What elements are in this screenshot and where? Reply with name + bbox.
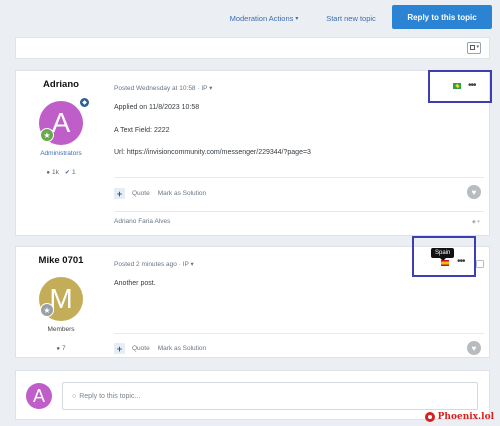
user-group[interactable]: Members — [16, 326, 106, 333]
reply-to-topic-button[interactable]: Reply to this topic — [392, 5, 492, 29]
post-count: ● 1k — [46, 169, 59, 176]
react-heart-icon[interactable]: ♥ — [467, 341, 481, 355]
user-group[interactable]: Administrators — [16, 150, 106, 157]
avatar: A — [26, 383, 52, 409]
quote-button[interactable]: Quote — [132, 190, 150, 197]
post-count: ● 7 — [56, 345, 65, 352]
mark-solution-button[interactable]: Mark as Solution — [158, 190, 206, 197]
post-content-line: A Text Field: 2222 — [114, 127, 170, 134]
post-content-line: Another post. — [114, 280, 156, 287]
signature-options-icon[interactable]: ◆ ▾ — [472, 219, 480, 225]
post-meta[interactable]: Posted Wednesday at 10:58 · IP ▾ — [114, 84, 212, 92]
quote-button[interactable]: Quote — [132, 345, 150, 352]
react-heart-icon[interactable]: ♥ — [467, 185, 481, 199]
post-actions: + Quote Mark as Solution — [114, 188, 214, 199]
moderation-actions-label: Moderation Actions — [229, 13, 294, 23]
multiquote-button[interactable]: + — [114, 188, 125, 199]
post-count-value: 7 — [62, 345, 66, 352]
divider — [114, 211, 484, 212]
divider — [114, 333, 484, 334]
highlight-box — [428, 70, 492, 103]
post-content-line: Url: https://invisioncommunity.com/messe… — [114, 149, 311, 156]
post-meta[interactable]: Posted 2 minutes ago · IP ▾ — [114, 260, 194, 268]
rank-badge-icon: ★ — [40, 303, 54, 317]
comment-icon: ○ — [72, 392, 77, 400]
multiquote-button[interactable]: + — [114, 343, 125, 354]
quick-reply-card: A ○ Reply to this topic... — [15, 370, 490, 420]
post-count-value: 1k — [52, 169, 59, 176]
post-actions: + Quote Mark as Solution — [114, 343, 214, 354]
highlight-box — [412, 236, 476, 277]
post-content-line: Applied on 11/8/2023 10:58 — [114, 104, 200, 111]
watermark: Phoenix.lol — [424, 412, 494, 422]
checkbox-icon — [470, 45, 475, 50]
author-name[interactable]: Mike 0701 — [16, 255, 106, 266]
topic-toolbar: Moderation Actions ▾ Start new topic Rep… — [0, 0, 500, 34]
select-post-checkbox[interactable] — [476, 260, 484, 268]
reputation-value: 1 — [71, 169, 76, 176]
phoenix-logo-icon — [424, 412, 435, 422]
mark-solution-button[interactable]: Mark as Solution — [158, 345, 206, 352]
watermark-text: Phoenix.lol — [437, 412, 494, 422]
comment-icon: ● — [56, 345, 60, 352]
post-signature: Adriano Faria Alves — [114, 218, 171, 225]
reputation: ✔ 1 — [65, 169, 76, 176]
divider — [114, 177, 484, 178]
chevron-down-icon: ▾ — [476, 44, 479, 50]
comment-icon: ● — [46, 169, 51, 176]
post-selection-bar: ▾ — [15, 37, 490, 59]
author-name[interactable]: Adriano — [16, 79, 106, 90]
user-stats: ● 7 — [16, 345, 106, 352]
reply-placeholder: Reply to this topic... — [79, 392, 141, 400]
reputation-icon: ✔ — [64, 170, 70, 176]
moderation-actions-button[interactable]: Moderation Actions ▾ — [218, 9, 310, 27]
post-card: Mike 0701 M ★ Members ● 7 Posted 2 minute… — [15, 236, 490, 358]
select-posts-dropdown[interactable]: ▾ — [467, 42, 481, 54]
reply-input[interactable]: ○ Reply to this topic... — [62, 382, 478, 410]
chevron-down-icon: ▾ — [295, 15, 299, 22]
start-new-topic-button[interactable]: Start new topic — [316, 9, 386, 27]
rank-badge-icon: ★ — [40, 128, 54, 142]
moderator-shield-icon: ◆ — [79, 97, 90, 108]
post-card: Adriano A ★ ◆ Administrators ● 1k ✔ 1 Post… — [15, 70, 492, 236]
user-stats: ● 1k ✔ 1 — [16, 169, 106, 176]
